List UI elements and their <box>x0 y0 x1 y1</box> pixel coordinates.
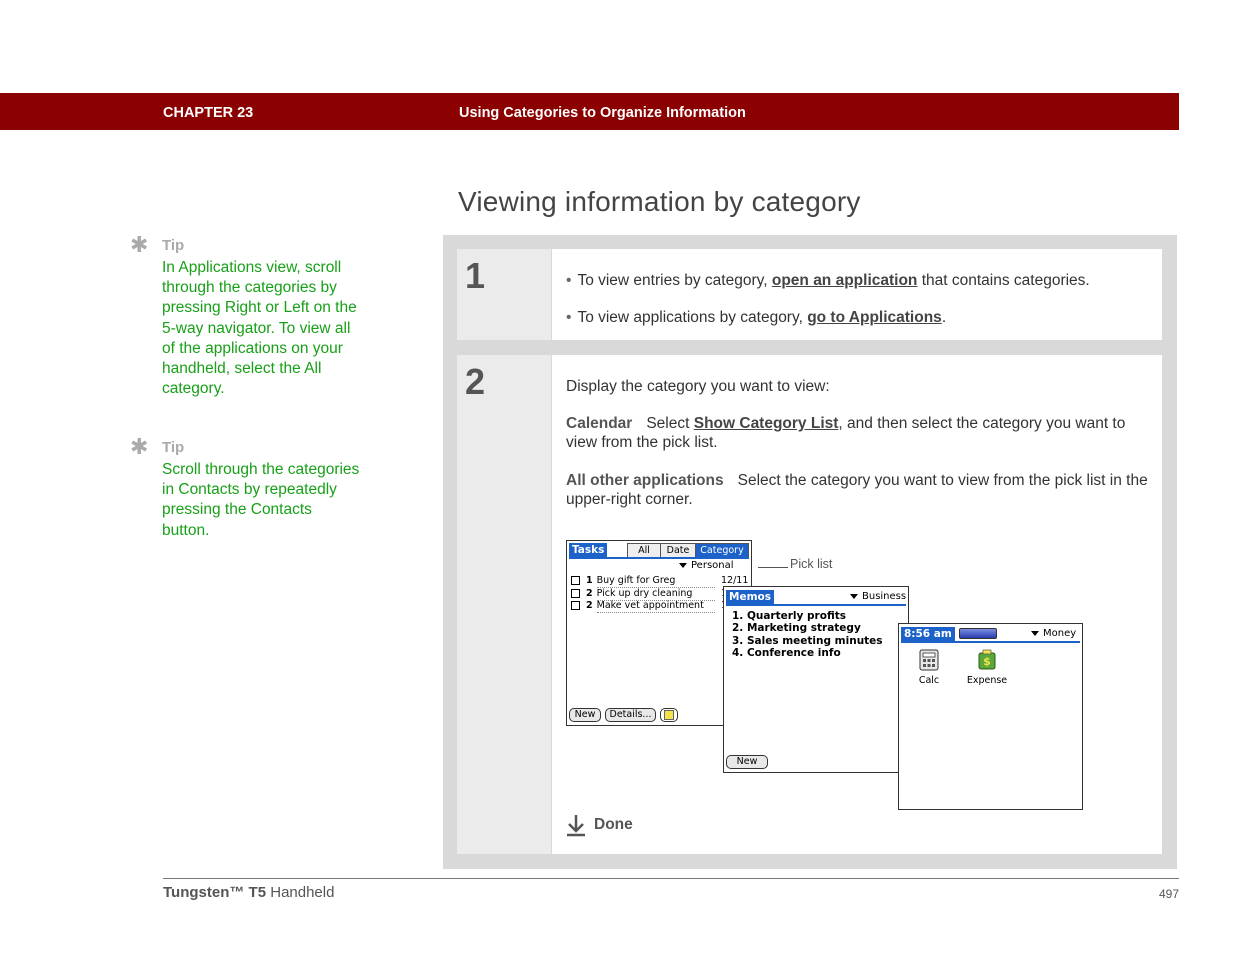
task-checkbox[interactable] <box>571 601 580 610</box>
svg-text:$: $ <box>983 655 991 668</box>
instruction-text: Select <box>646 415 694 432</box>
tip-box: ✱ Tip In Applications view, scroll throu… <box>130 232 360 399</box>
bullet-text: To view entries by category, <box>577 272 772 289</box>
chapter-title: Using Categories to Organize Information <box>459 105 746 121</box>
expense-icon: $ <box>978 649 996 670</box>
bullet-item: • To view applications by category, go to… <box>566 309 946 327</box>
memos-screenshot: Memos Business 1. Quarterly profits 2. M… <box>723 586 909 773</box>
tasks-new-button[interactable]: New <box>569 708 601 722</box>
tasks-category-tab[interactable]: Category <box>695 543 749 558</box>
chapter-header-bar: CHAPTER 23 Using Categories to Organize … <box>0 93 1179 130</box>
task-priority: 2 <box>586 600 593 611</box>
other-apps-term: All other applications <box>566 472 724 489</box>
memo-item[interactable]: 3. Sales meeting minutes <box>732 635 883 648</box>
picklist-value: Business <box>862 591 907 602</box>
step-number-column: 2 <box>457 355 551 854</box>
product-suffix: Handheld <box>266 884 335 901</box>
show-category-list-link[interactable]: Show Category List <box>694 415 839 432</box>
memos-title: Memos <box>726 590 774 604</box>
task-priority: 1 <box>586 575 593 586</box>
task-priority: 2 <box>586 588 593 599</box>
go-to-applications-link[interactable]: go to Applications <box>807 309 942 326</box>
app-label: Calc <box>918 675 940 686</box>
bullet-text: To view applications by category, <box>577 309 808 326</box>
step-intro: Display the category you want to view: <box>566 378 830 395</box>
step-number: 2 <box>465 361 486 402</box>
footer-rule <box>163 878 1179 879</box>
chapter-number: CHAPTER 23 <box>163 105 254 121</box>
task-description: Buy gift for Greg <box>596 575 715 588</box>
tip-star-icon: ✱ <box>130 232 149 257</box>
dropdown-arrow-icon <box>679 562 687 568</box>
tip-box: ✱ Tip Scroll through the categories in C… <box>130 434 360 541</box>
title-underline <box>726 604 906 606</box>
done-label: Done <box>594 816 633 833</box>
bullet-item: • To view entries by category, open an ap… <box>566 272 1090 290</box>
memos-new-button[interactable]: New <box>726 755 768 769</box>
bullet-text: . <box>941 309 947 326</box>
note-button[interactable] <box>660 708 678 722</box>
bullet-text: that contains categories. <box>917 272 1090 289</box>
calendar-instruction: Calendar Select Show Category List, and t… <box>566 415 1151 452</box>
apps-category-picklist[interactable]: Money <box>1031 628 1076 639</box>
tip-text: In Applications view, scroll through the… <box>162 259 357 398</box>
callout-line <box>758 567 788 568</box>
step-1: 1 • To view entries by category, open an … <box>457 249 1162 340</box>
bullet-dot: • <box>566 272 572 289</box>
task-description: Make vet appointment <box>596 600 715 613</box>
pick-list-callout: Pick list <box>790 557 833 571</box>
page-number: 497 <box>1158 887 1179 901</box>
note-icon <box>664 709 674 720</box>
step-number-column: 1 <box>457 249 551 340</box>
picklist-value: Personal <box>691 560 734 571</box>
tip-label: Tip <box>162 236 185 254</box>
tasks-details-button[interactable]: Details... <box>605 708 656 722</box>
open-application-link[interactable]: open an application <box>772 272 918 289</box>
done-arrow-icon <box>567 815 585 837</box>
dropdown-arrow-icon <box>850 593 858 599</box>
tip-label: Tip <box>162 438 185 456</box>
task-checkbox[interactable] <box>571 589 580 598</box>
app-label: Expense <box>966 675 1008 686</box>
tip-text: Scroll through the categories in Contact… <box>162 461 360 539</box>
bullet-dot: • <box>566 309 572 326</box>
product-name: Tungsten™ T5 <box>163 884 267 901</box>
tasks-category-picklist[interactable]: Personal <box>679 560 734 571</box>
calculator-icon <box>919 649 939 671</box>
step-number: 1 <box>465 255 486 296</box>
applications-screenshot: 8:56 am Money Calc $ Expense <box>898 623 1083 810</box>
calc-app[interactable]: Calc <box>909 648 949 686</box>
tasks-date-tab[interactable]: Date <box>660 543 696 558</box>
clock-display: 8:56 am <box>901 627 955 641</box>
done-marker: Done <box>566 813 633 837</box>
title-underline <box>569 557 749 559</box>
tasks-all-tab[interactable]: All <box>627 543 661 558</box>
memo-item[interactable]: 4. Conference info <box>732 647 841 660</box>
memo-item[interactable]: 1. Quarterly profits <box>732 610 846 623</box>
step-content: • To view entries by category, open an ap… <box>552 249 1162 340</box>
picklist-value: Money <box>1043 628 1077 639</box>
footer-product: Tungsten™ T5 Handheld <box>163 884 334 901</box>
tip-star-icon: ✱ <box>130 434 149 459</box>
other-apps-instruction: All other applications Select the categor… <box>566 472 1151 509</box>
memos-category-picklist[interactable]: Business <box>850 591 906 602</box>
battery-icon <box>959 628 997 639</box>
title-underline <box>901 641 1080 643</box>
memo-item[interactable]: 2. Marketing strategy <box>732 622 861 635</box>
tasks-title: Tasks <box>569 543 608 557</box>
page-title: Viewing information by category <box>458 186 861 217</box>
expense-app[interactable]: $ Expense <box>962 648 1012 686</box>
task-checkbox[interactable] <box>571 576 580 585</box>
calendar-term: Calendar <box>566 415 633 432</box>
dropdown-arrow-icon <box>1031 630 1039 636</box>
